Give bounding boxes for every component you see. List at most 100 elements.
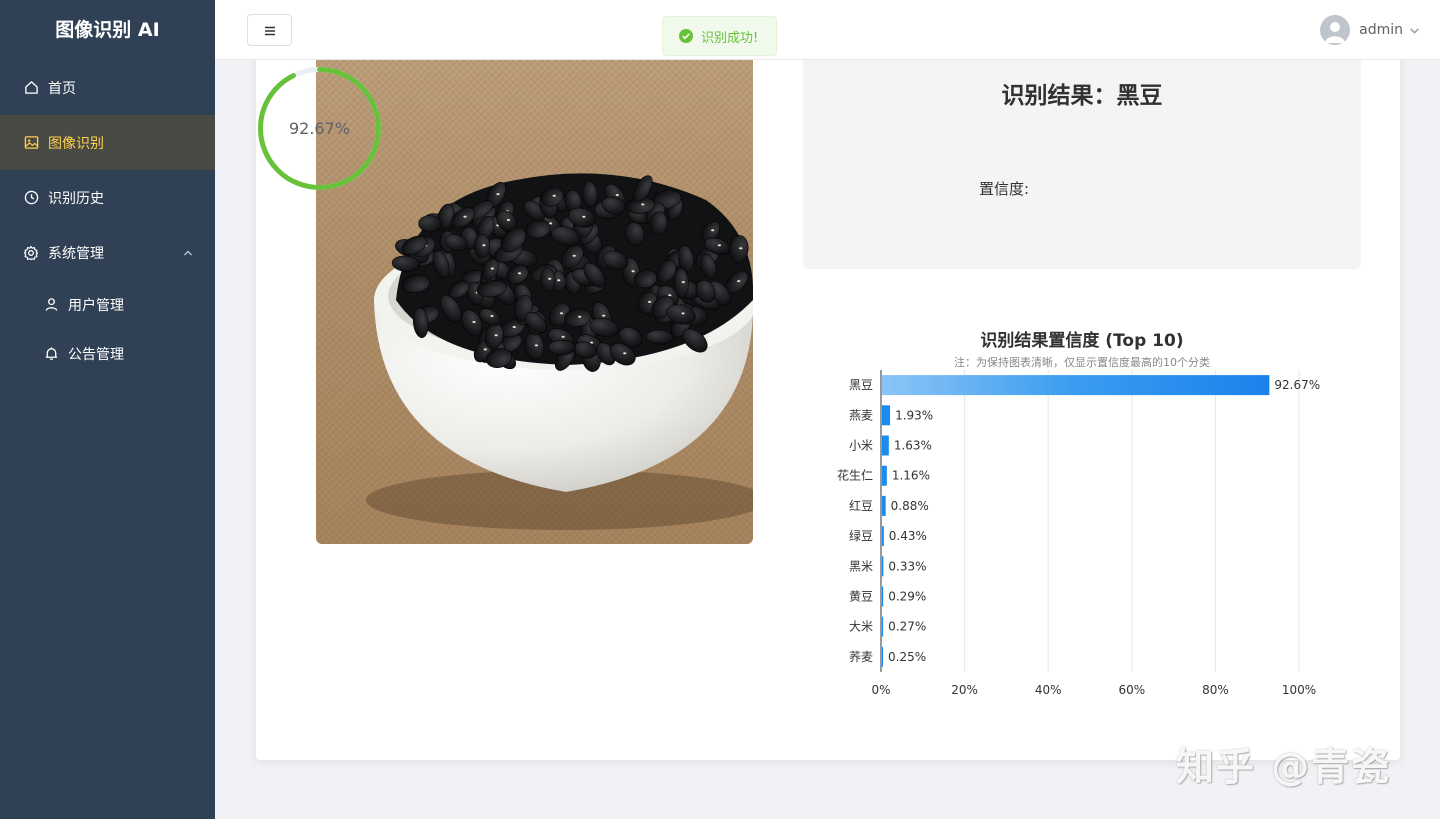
y-category-label: 大米 — [849, 620, 873, 634]
chevron-down-icon — [1409, 21, 1420, 40]
app-title: 图像识别 AI — [55, 19, 160, 41]
x-tick-label: 40% — [1035, 683, 1062, 695]
bean-eye — [534, 344, 538, 347]
bar — [882, 435, 889, 456]
username: admin — [1359, 22, 1403, 38]
y-category-label: 黄豆 — [849, 590, 873, 604]
y-category-label: 小米 — [849, 439, 873, 453]
clock-icon — [23, 190, 39, 206]
bean-eye — [641, 203, 645, 206]
x-tick-label: 80% — [1202, 683, 1229, 695]
bar-value-label: 1.93% — [895, 408, 933, 422]
sidebar-item-system[interactable]: 系统管理 — [0, 225, 215, 280]
hamburger-icon — [264, 21, 276, 40]
bean-eye — [512, 326, 516, 328]
bean-eye — [582, 215, 586, 218]
y-category-label: 荞麦 — [849, 650, 873, 664]
bean-eye — [668, 294, 672, 297]
bar — [882, 646, 884, 667]
bean-eye — [517, 272, 522, 275]
image-icon — [23, 135, 39, 151]
bar — [882, 526, 884, 547]
y-category-label: 绿豆 — [849, 528, 873, 543]
sidebar-item-label: 识别历史 — [48, 190, 104, 207]
bar — [882, 616, 884, 637]
bell-icon — [43, 346, 59, 362]
bean-eye — [557, 279, 561, 282]
bean-eye — [490, 267, 494, 270]
bean-eye — [572, 254, 576, 257]
bean-eye — [739, 247, 743, 250]
check-circle-icon — [679, 29, 693, 43]
bean-eye — [483, 348, 487, 351]
confidence-bar-chart: 0% 20% 40% 60% 80% 100% 黑豆 92.67% 燕麦 1.93% 小米 1.63%… — [837, 370, 1320, 695]
bar — [882, 465, 887, 486]
bean-eye — [717, 244, 721, 247]
bar — [882, 586, 884, 607]
bar-value-label: 0.88% — [891, 499, 929, 513]
user-icon — [43, 297, 59, 313]
bean-eye — [559, 312, 564, 315]
bean — [548, 339, 577, 355]
user-dropdown[interactable]: admin — [1320, 14, 1420, 46]
sidebar-item-label: 图像识别 — [48, 135, 104, 152]
watermark: 知乎 @青瓷 — [1176, 745, 1392, 789]
x-tick-label: 60% — [1118, 683, 1145, 695]
bar — [882, 405, 891, 426]
sidebar-item-label: 首页 — [48, 80, 76, 97]
bean-eye — [494, 334, 498, 337]
bar-value-label: 1.63% — [894, 439, 932, 453]
sidebar-item-image-recognition[interactable]: 图像识别 — [0, 115, 215, 170]
top-header: admin — [215, 0, 1440, 60]
bar-value-label: 0.33% — [888, 559, 926, 573]
bar-value-label: 92.67% — [1274, 378, 1320, 392]
bean-eye — [496, 193, 500, 196]
bean-eye — [615, 194, 619, 196]
result-title: 识别结果：黑豆 — [1001, 83, 1163, 109]
y-category-label: 燕麦 — [849, 408, 873, 422]
x-tick-label: 20% — [951, 683, 978, 695]
y-category-label: 黑米 — [849, 559, 873, 573]
bar — [882, 556, 884, 577]
bean-eye — [490, 315, 494, 317]
y-category-label: 花生仁 — [837, 468, 873, 483]
sidebar-subitem-announcements[interactable]: 公告管理 — [0, 329, 215, 378]
bean-eye — [548, 277, 552, 280]
bean-eye — [681, 281, 685, 284]
chevron-up-icon — [183, 246, 193, 262]
menu-toggle-button[interactable] — [247, 14, 292, 46]
bar — [882, 495, 886, 516]
sidebar-item-home[interactable]: 首页 — [0, 60, 215, 115]
chart-title: 识别结果置信度 (Top 10) — [980, 331, 1184, 351]
sidebar-subitem-users[interactable]: 用户管理 — [0, 280, 215, 329]
bean-eye — [623, 352, 627, 355]
bean-eye — [549, 222, 553, 225]
bar-value-label: 0.25% — [888, 650, 926, 664]
bean-eye — [602, 314, 606, 317]
success-toast: 识别成功! — [662, 16, 777, 56]
confidence-label: 置信度: — [979, 180, 1030, 198]
bean-eye — [578, 315, 582, 318]
bean-eye — [648, 300, 652, 303]
toast-message: 识别成功! — [701, 30, 759, 46]
y-category-label: 黑豆 — [849, 378, 873, 392]
bean-eye — [711, 229, 715, 232]
sidebar-item-label: 公告管理 — [68, 346, 124, 363]
bean-eye — [561, 335, 565, 338]
sidebar: 图像识别 AI 首页 图像识别 识别历史 系统管理 用户管理 公告管理 — [0, 0, 215, 819]
sidebar-item-history[interactable]: 识别历史 — [0, 170, 215, 225]
gear-icon — [23, 245, 39, 261]
bean-eye — [463, 215, 467, 218]
bar-value-label: 0.29% — [888, 590, 926, 604]
bar-value-label: 0.27% — [888, 620, 926, 634]
result-summary: 识别结果：黑豆 置信度: — [803, 60, 1361, 269]
bean-eye — [631, 270, 635, 273]
confidence-value: 92.67% — [288, 119, 350, 138]
bean-eye — [552, 194, 556, 197]
y-category-label: 红豆 — [849, 498, 873, 513]
bar — [882, 375, 1270, 396]
x-tick-label: 0% — [871, 683, 890, 695]
home-icon — [23, 80, 39, 96]
x-tick-label: 100% — [1282, 683, 1316, 695]
bean-eye — [737, 280, 741, 283]
